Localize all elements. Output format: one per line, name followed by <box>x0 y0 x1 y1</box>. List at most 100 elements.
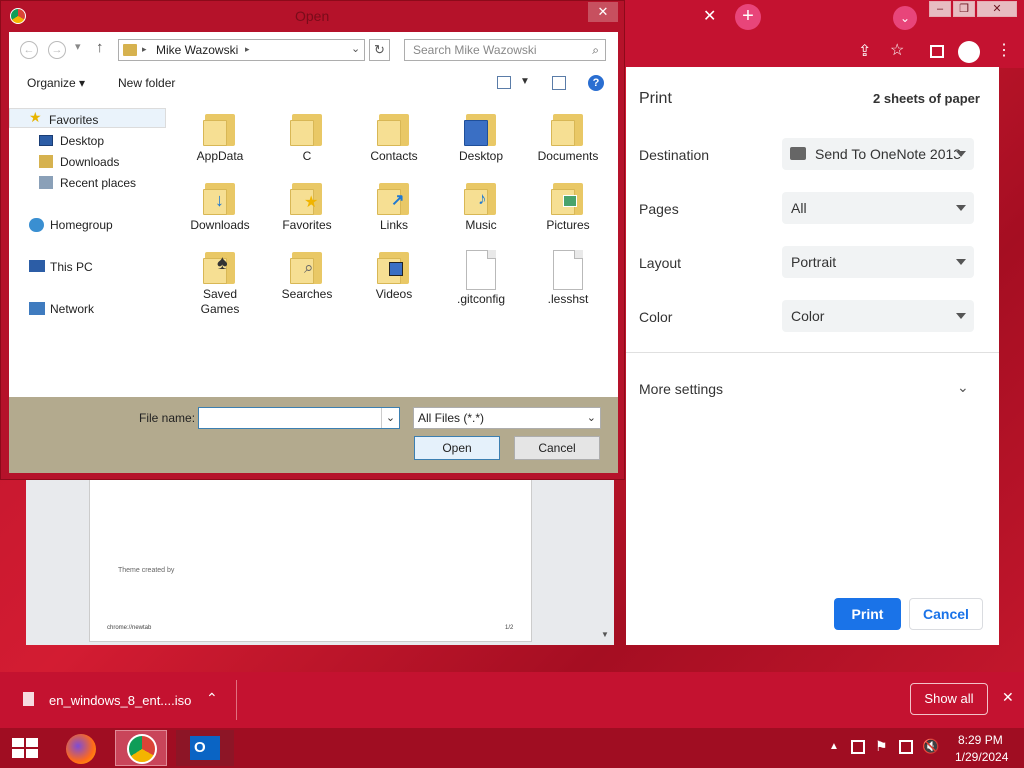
more-settings-row[interactable]: More settings ⌄ <box>626 367 999 409</box>
up-arrow-icon[interactable]: ↑ <box>96 39 104 56</box>
nav-downloads[interactable]: Downloads <box>60 153 119 171</box>
view-options-icon[interactable] <box>497 76 511 89</box>
clock-date[interactable]: 1/29/2024 <box>955 750 1008 764</box>
folder-favorites[interactable]: ★ Favorites <box>269 179 345 233</box>
folder-contacts[interactable]: Contacts <box>356 110 432 164</box>
contacts-folder-icon <box>377 110 411 146</box>
network-status-icon[interactable] <box>851 740 865 754</box>
dialog-close-button[interactable]: ✕ <box>588 2 618 22</box>
back-arrow-icon[interactable]: ← <box>20 41 38 59</box>
volume-muted-icon[interactable]: 🔇 <box>922 738 939 755</box>
folder-documents[interactable]: Documents <box>530 110 606 164</box>
minimize-button[interactable]: – <box>929 1 951 17</box>
bookmark-star-icon[interactable]: ☆ <box>890 43 904 59</box>
file-icon <box>553 250 583 290</box>
destination-select[interactable]: Send To OneNote 2013 <box>782 138 974 170</box>
folder-c[interactable]: C <box>269 110 345 164</box>
preview-scroll-down-icon[interactable]: ▼ <box>601 630 609 639</box>
folder-searches[interactable]: ⌕ Searches <box>269 248 345 302</box>
item-label: Links <box>379 218 408 232</box>
nav-this-pc[interactable]: This PC <box>50 258 93 276</box>
firefox-icon[interactable] <box>66 734 96 764</box>
forward-arrow-icon[interactable]: → <box>48 41 66 59</box>
open-button[interactable]: Open <box>414 436 500 460</box>
refresh-icon[interactable]: ↻ <box>369 39 390 61</box>
tab-close-icon[interactable]: ✕ <box>703 9 716 25</box>
preview-theme-text: Theme created by <box>118 567 175 574</box>
downloads-folder-icon: ↓ <box>203 179 237 215</box>
cancel-button[interactable]: Cancel <box>514 436 600 460</box>
action-center-flag-icon[interactable]: ⚑ <box>875 738 888 755</box>
help-icon[interactable]: ? <box>588 75 604 91</box>
file-gitconfig[interactable]: .gitconfig <box>443 250 519 307</box>
folder-videos[interactable]: Videos <box>356 248 432 302</box>
close-downloads-icon[interactable]: ✕ <box>1002 689 1014 706</box>
recent-dropdown-icon[interactable]: ▾ <box>75 40 81 53</box>
nav-network[interactable]: Network <box>50 300 94 318</box>
destination-value: Send To OneNote 2013 <box>815 146 962 162</box>
breadcrumb-location[interactable]: Mike Wazowski <box>156 43 238 57</box>
folder-downloads[interactable]: ↓ Downloads <box>182 179 258 233</box>
new-tab-button[interactable]: + <box>735 4 761 30</box>
taskbar-chrome-button[interactable] <box>115 730 167 766</box>
close-window-button[interactable]: ✕ <box>977 1 1017 17</box>
profile-avatar-icon[interactable] <box>958 41 980 63</box>
color-select[interactable]: Color <box>782 300 974 332</box>
folder-saved-games[interactable]: ♠ Saved Games <box>182 248 258 317</box>
chevron-down-icon <box>956 259 966 265</box>
network-icon <box>29 302 45 315</box>
chevron-up-icon[interactable]: ⌃ <box>206 690 218 707</box>
chrome-menu-icon[interactable]: ⋮ <box>996 43 1012 59</box>
file-name-dropdown-icon[interactable]: ⌄ <box>381 408 399 428</box>
item-label: Music <box>465 218 497 232</box>
pages-select[interactable]: All <box>782 192 974 224</box>
restore-button[interactable]: ❐ <box>953 1 975 17</box>
pages-label: Pages <box>639 201 679 217</box>
item-label: Downloads <box>190 218 250 232</box>
item-label: Pictures <box>546 218 590 232</box>
folder-desktop[interactable]: Desktop <box>443 110 519 164</box>
file-type-select[interactable]: All Files (*.*) ⌄ <box>413 407 601 429</box>
preview-pane-icon[interactable] <box>552 76 566 90</box>
breadcrumb-separator-icon: ▸ <box>142 44 147 54</box>
print-settings-panel: Print 2 sheets of paper Destination Send… <box>626 67 999 645</box>
view-dropdown-icon[interactable]: ▼ <box>520 76 530 87</box>
folder-music[interactable]: ♪ Music <box>443 179 519 233</box>
folder-pictures[interactable]: Pictures <box>530 179 606 233</box>
print-button[interactable]: Print <box>834 598 901 630</box>
printer-icon <box>790 147 806 160</box>
chrome-toolbar: ⇪ ☆ ⋮ <box>620 36 1024 68</box>
tab-search-icon[interactable]: ⌄ <box>893 6 917 30</box>
item-label: Videos <box>375 287 413 301</box>
address-dropdown-icon[interactable]: ⌄ <box>351 42 360 55</box>
homegroup-icon <box>29 218 44 232</box>
search-input[interactable]: Search Mike Wazowski ⌕ <box>404 39 606 61</box>
nav-recent-places[interactable]: Recent places <box>60 174 136 192</box>
layout-select[interactable]: Portrait <box>782 246 974 278</box>
file-lesshst[interactable]: .lesshst <box>530 250 606 307</box>
organize-button[interactable]: Organize ▾ <box>27 76 85 90</box>
folder-icon <box>203 110 237 146</box>
show-hidden-icons[interactable]: ▲ <box>829 741 839 752</box>
display-icon[interactable] <box>899 740 913 754</box>
folder-appdata[interactable]: AppData <box>182 110 258 164</box>
file-name-label: File name: <box>139 411 196 425</box>
nav-homegroup[interactable]: Homegroup <box>50 216 113 234</box>
links-folder-icon: ↗ <box>377 179 411 215</box>
new-folder-button[interactable]: New folder <box>118 76 175 90</box>
share-icon[interactable]: ⇪ <box>858 44 871 60</box>
nav-desktop[interactable]: Desktop <box>60 132 104 150</box>
file-type-value: All Files (*.*) <box>418 411 485 425</box>
file-name-input[interactable]: ⌄ <box>198 407 400 429</box>
show-all-button[interactable]: Show all <box>910 683 988 715</box>
windows-start-icon[interactable] <box>12 738 38 758</box>
desktop-folder-icon <box>464 110 498 146</box>
taskbar-outlook-button[interactable]: O <box>176 730 234 766</box>
download-filename[interactable]: en_windows_8_ent....iso <box>49 693 191 708</box>
folder-links[interactable]: ↗ Links <box>356 179 432 233</box>
clock-time[interactable]: 8:29 PM <box>958 733 1003 747</box>
cancel-print-button[interactable]: Cancel <box>909 598 983 630</box>
preview-footer-url: chrome://newtab <box>107 625 152 631</box>
address-bar[interactable]: ▸ Mike Wazowski ▸ ⌄ <box>118 39 365 61</box>
side-panel-icon[interactable] <box>930 45 944 58</box>
